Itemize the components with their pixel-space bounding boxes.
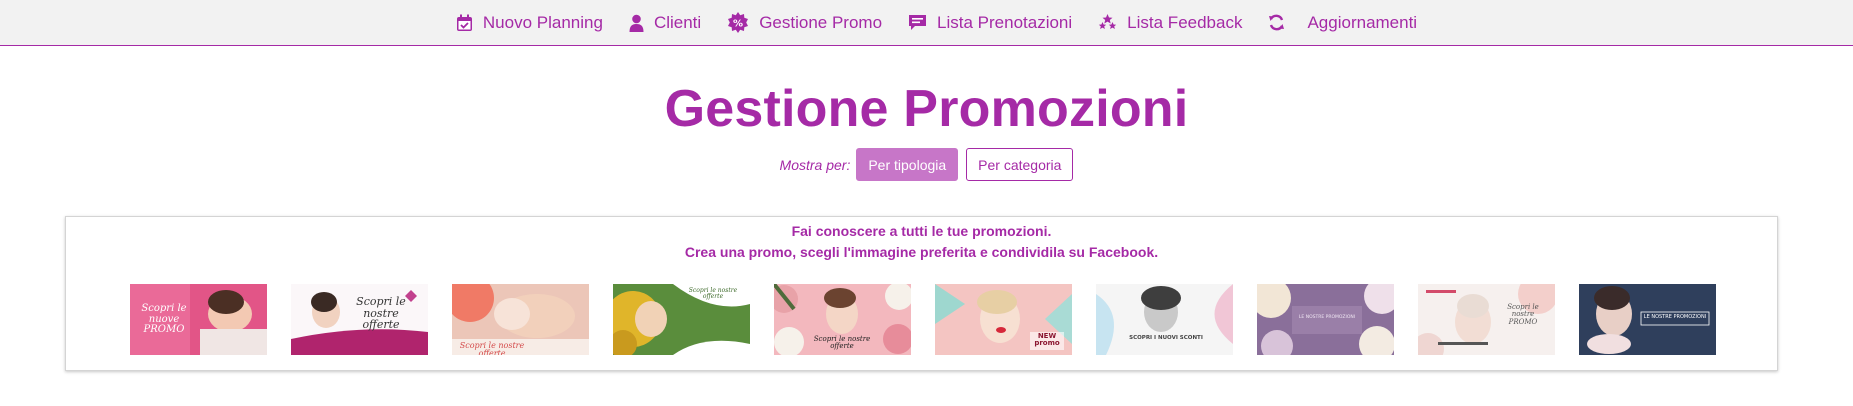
percent-badge-icon: % <box>727 11 749 34</box>
panel-intro-line: Fai conoscere a tutti le tue promozioni. <box>791 223 1052 239</box>
nav-item-label: Clienti <box>653 12 702 32</box>
promo-thumbnail[interactable]: LE NOSTRE PROMOZIONI <box>1579 284 1716 355</box>
thumbnail-text: LE NOSTRE PROMOZIONI <box>1643 314 1707 320</box>
promo-thumbnail[interactable]: Scopri le nostre offerte <box>774 284 911 355</box>
promo-thumbnail[interactable]: Scopri le nostre offerte <box>291 284 428 355</box>
promo-thumbnail[interactable]: Scopri le nostre PROMO <box>1418 284 1555 355</box>
refresh-icon <box>1268 14 1285 31</box>
nav-item-label: Aggiornamenti <box>1307 12 1418 32</box>
thumbnail-text: Scopri le nostre offerte <box>688 287 738 301</box>
panel-instructions-line: Crea una promo, scegli l'immagine prefer… <box>684 244 1159 260</box>
calendar-check-icon <box>456 14 473 32</box>
top-navigation: Nuovo Planning Clienti % Gestione Promo … <box>0 0 1853 46</box>
svg-text:%: % <box>733 18 743 29</box>
nav-items: Nuovo Planning Clienti % Gestione Promo … <box>456 11 1417 34</box>
thumbnail-text: Scopri le nuove PROMO <box>141 303 187 335</box>
thumbnail-text: Scopri le nostre PROMO <box>1507 303 1539 326</box>
nav-item-lista-feedback[interactable]: Lista Feedback <box>1098 13 1242 33</box>
promo-thumbnail[interactable]: Scopri le nostre offerte <box>452 284 589 355</box>
nav-item-clienti[interactable]: Clienti <box>629 13 701 33</box>
page-title: Gestione Promozioni <box>664 80 1189 138</box>
nav-item-lista-prenotazioni[interactable]: Lista Prenotazioni <box>908 13 1072 33</box>
promo-thumbnail[interactable]: Scopri le nostre offerte <box>613 284 750 355</box>
nav-item-label: Gestione Promo <box>759 12 883 32</box>
filter-row: Mostra per: Per tipologia Per categoria <box>0 148 1853 181</box>
nav-item-label: Lista Feedback <box>1127 12 1243 32</box>
thumbnail-text: Scopri le nostre offerte <box>356 295 406 332</box>
thumbnail-text: Scopri le nostre offerte <box>813 335 871 351</box>
thumbnail-text: SCOPRI I NUOVI SCONTI <box>1129 335 1203 341</box>
nav-item-gestione-promo[interactable]: % Gestione Promo <box>727 11 883 34</box>
thumbnail-text: Scopri le nostre offerte <box>459 341 525 355</box>
promo-thumbnail[interactable]: SCOPRI I NUOVI SCONTI <box>1096 284 1233 355</box>
filter-label: Mostra per: <box>779 156 851 173</box>
nav-item-aggiornamenti[interactable]: Aggiornamenti <box>1268 13 1417 33</box>
thumbnail-text: LE NOSTRE PROMOZIONI <box>1298 315 1356 320</box>
comment-icon <box>908 14 927 32</box>
nav-item-label: Lista Prenotazioni <box>937 12 1073 32</box>
user-icon <box>629 14 644 32</box>
stars-icon <box>1098 13 1117 32</box>
promo-thumbnails: Scopri le nuove PROMO Scopri le nostre o… <box>130 284 1716 355</box>
promo-thumbnail[interactable]: LE NOSTRE PROMOZIONI <box>1257 284 1394 355</box>
promo-thumbnail[interactable]: Scopri le nuove PROMO <box>130 284 267 355</box>
promo-panel: Fai conoscere a tutti le tue promozioni.… <box>65 216 1778 371</box>
thumbnail-text: NEW promo <box>1034 332 1060 348</box>
nav-item-label: Nuovo Planning <box>482 12 603 32</box>
nav-item-nuovo-planning[interactable]: Nuovo Planning <box>456 13 603 33</box>
filter-by-type-button[interactable]: Per tipologia <box>856 148 959 181</box>
promo-thumbnail[interactable]: NEW promo <box>935 284 1072 355</box>
filter-by-category-button[interactable]: Per categoria <box>966 148 1074 181</box>
